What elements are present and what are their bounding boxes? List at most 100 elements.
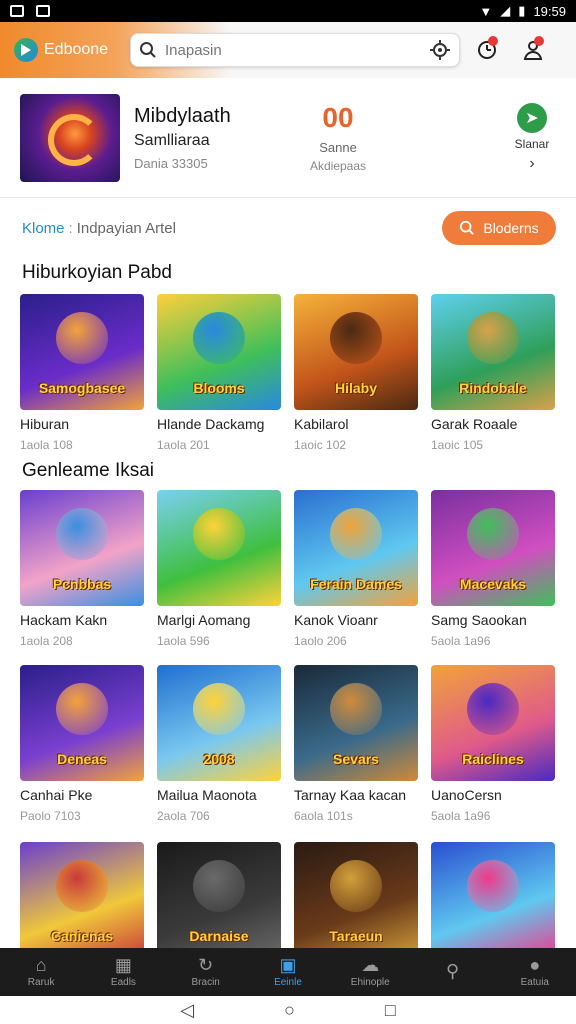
game-title: Canhai Pke: [20, 787, 93, 803]
game-title: Garak Roaale: [431, 416, 518, 432]
game-thumbnail[interactable]: Taraeun: [294, 842, 418, 948]
game-thumbnail[interactable]: Rindobale: [431, 294, 555, 410]
image-notification-icon: [36, 5, 50, 17]
game-card[interactable]: Hilaby Kabilarol 1aoic 102: [294, 294, 418, 452]
game-card[interactable]: Macevaks Samg Saookan 5aola 1a96: [431, 490, 555, 648]
search-icon: ⚲: [445, 960, 460, 981]
game-thumbnail[interactable]: Deneas: [20, 665, 144, 781]
game-thumbnail-label: Macevaks: [459, 576, 527, 592]
game-card[interactable]: Samogbasee Hiburan 1aola 108: [20, 294, 144, 452]
game-character-art: [330, 312, 382, 364]
app-logo[interactable]: Edboone: [14, 38, 124, 62]
settings-icon[interactable]: [429, 39, 451, 61]
game-thumbnail[interactable]: Hilaby: [294, 294, 418, 410]
game-thumbnail[interactable]: Samogbasee: [20, 294, 144, 410]
game-card[interactable]: Darnaise: [157, 842, 281, 948]
game-card[interactable]: Sevars Tarnay Kaa kacan 6aola 101s: [294, 665, 418, 823]
breadcrumb: Klome: Indpayian Artel: [22, 220, 176, 237]
game-thumbnail-label: Rindobale: [459, 380, 527, 396]
game-character-art: [56, 312, 108, 364]
game-card[interactable]: Pcnbbas Hackam Kakn 1aola 208: [20, 490, 144, 648]
game-thumbnail[interactable]: [157, 490, 281, 606]
account-button[interactable]: [514, 31, 552, 69]
game-card[interactable]: Ferain Dames Kanok Vioanr 1aolo 206: [294, 490, 418, 648]
game-thumbnail[interactable]: Pcnbbas: [20, 490, 144, 606]
search-bar: [130, 33, 460, 67]
game-meta: 1aola 108: [20, 438, 73, 452]
game-meta: 1aoic 102: [294, 438, 347, 452]
recents-icon[interactable]: □: [385, 1000, 396, 1021]
game-thumbnail[interactable]: Sevars: [294, 665, 418, 781]
game-thumbnail[interactable]: 2008: [157, 665, 281, 781]
game-thumbnail[interactable]: Blooms: [157, 294, 281, 410]
nav-item-label: Bracin: [191, 977, 220, 988]
history-badge: [488, 36, 498, 46]
game-card[interactable]: Marlgi Aomang 1aola 596: [157, 490, 281, 648]
game-title: Hlande Dackamg: [157, 416, 265, 432]
game-card[interactable]: Taraeun: [294, 842, 418, 948]
logo-icon: [14, 38, 38, 62]
featured-info: Mibdylaath Samlliaraa Dania 33305: [134, 105, 274, 171]
profile-icon: ●: [529, 955, 541, 975]
nav-item-label: Raruk: [27, 977, 55, 988]
section-title: Hiburkoyian Pabd: [22, 262, 172, 283]
grid-icon: ▦: [114, 955, 132, 975]
nav-item[interactable]: ⌂ Raruk: [0, 948, 82, 996]
breadcrumb-current: Indpayian Artel: [76, 219, 176, 237]
game-card[interactable]: 2008 Mailua Maonota 2aola 706: [157, 665, 281, 823]
refresh-icon: ↻: [198, 955, 214, 975]
game-meta: 1aola 208: [20, 634, 73, 648]
history-button[interactable]: [468, 31, 506, 69]
breadcrumb-home[interactable]: Klome: [22, 220, 65, 237]
featured-meta: Dania 33305: [134, 155, 208, 171]
nav-item[interactable]: ▣ Eeinle: [247, 948, 329, 996]
nav-item[interactable]: ⚲: [411, 948, 493, 996]
home-circle-icon[interactable]: ○: [284, 1000, 295, 1021]
game-thumbnail[interactable]: [431, 842, 555, 948]
game-character-art: [193, 683, 245, 735]
share-label: Slanar: [514, 136, 550, 151]
section-title: Genleame Iksai: [22, 460, 155, 481]
featured-thumbnail[interactable]: [20, 93, 120, 182]
search-icon: [460, 220, 475, 235]
game-title: Kabilarol: [294, 416, 349, 432]
game-thumbnail-label: Deneas: [57, 751, 107, 767]
game-meta: 1aolo 206: [294, 634, 347, 648]
game-title: Hiburan: [20, 416, 70, 432]
game-thumbnail[interactable]: Raiclines: [431, 665, 555, 781]
browse-button-label: Bloderns: [483, 220, 539, 236]
game-meta: Paolo 7103: [20, 809, 81, 823]
game-grid: Samogbasee Hiburan 1aola 108 Blooms Hlande D…: [20, 294, 558, 452]
game-card[interactable]: [431, 842, 555, 948]
game-thumbnail[interactable]: Darnaise: [157, 842, 281, 948]
game-title: Kanok Vioanr: [294, 612, 378, 628]
game-card[interactable]: Blooms Hlande Dackamg 1aola 201: [157, 294, 281, 452]
game-meta: 1aola 201: [157, 438, 210, 452]
game-character-art: [193, 312, 245, 364]
game-card[interactable]: Raiclines UanoCersn 5aola 1a96: [431, 665, 555, 823]
breadcrumb-row: Klome: Indpayian Artel Bloderns: [0, 198, 576, 258]
account-badge: [534, 36, 544, 46]
status-bar: ▼ ◢ ▮ 19:59: [0, 0, 576, 22]
game-thumbnail[interactable]: Ferain Dames: [294, 490, 418, 606]
browse-button[interactable]: Bloderns: [442, 211, 556, 245]
game-character-art: [56, 683, 108, 735]
back-icon[interactable]: ◁: [180, 1000, 194, 1021]
nav-item[interactable]: ● Eatuia: [494, 948, 576, 996]
nav-item[interactable]: ▦ Eadls: [82, 948, 164, 996]
featured-game[interactable]: Mibdylaath Samlliaraa Dania 33305 00 San…: [0, 78, 576, 198]
game-title: Marlgi Aomang: [157, 612, 251, 628]
status-time: 19:59: [533, 3, 566, 19]
game-card[interactable]: Rindobale Garak Roaale 1aoic 105: [431, 294, 555, 452]
nav-item-label: Eadls: [110, 977, 136, 988]
nav-item[interactable]: ↻ Bracin: [165, 948, 247, 996]
bottom-nav: ⌂ Raruk ▦ Eadls ↻ Bracin ▣ Eeinle ☁ Ehinople ⚲ ● Eat…: [0, 948, 576, 996]
game-thumbnail[interactable]: Macevaks: [431, 490, 555, 606]
game-card[interactable]: Canienas: [20, 842, 144, 948]
game-thumbnail-label: Ferain Dames: [310, 576, 402, 592]
share-button[interactable]: ➤ Slanar ›: [508, 102, 556, 173]
game-card[interactable]: Deneas Canhai Pke Paolo 7103: [20, 665, 144, 823]
game-thumbnail[interactable]: Canienas: [20, 842, 144, 948]
search-input[interactable]: [165, 41, 421, 59]
nav-item[interactable]: ☁ Ehinople: [329, 948, 411, 996]
